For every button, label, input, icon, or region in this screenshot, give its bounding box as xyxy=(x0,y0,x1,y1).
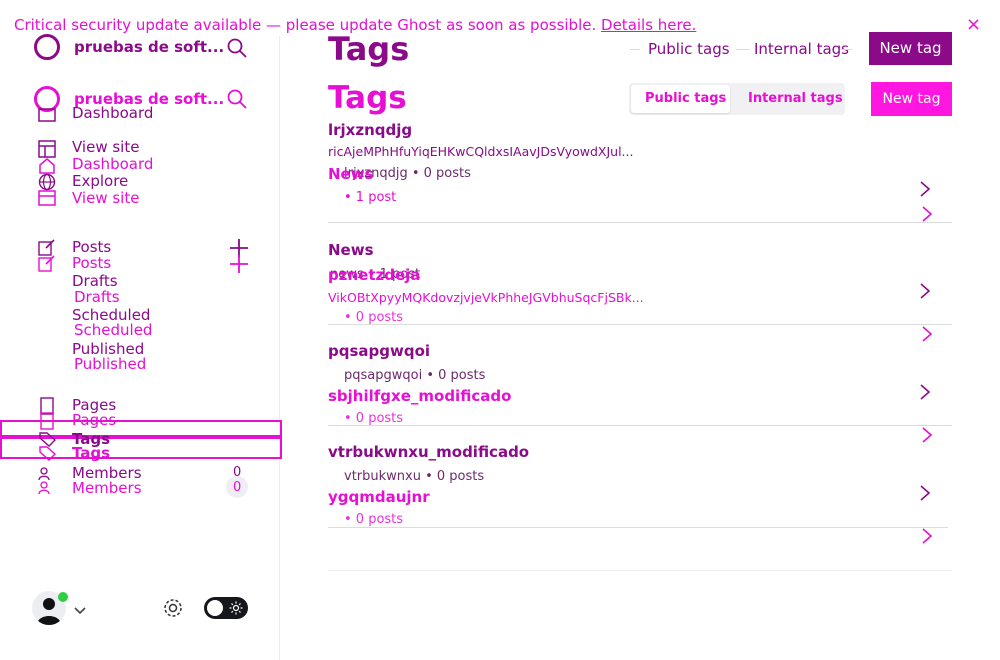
banner-details-link[interactable]: Details here. xyxy=(601,16,696,34)
chevron-right-icon[interactable] xyxy=(921,426,933,448)
row-divider xyxy=(328,222,952,223)
chevron-right-icon[interactable] xyxy=(919,383,931,405)
tag-name[interactable]: News xyxy=(328,241,374,259)
sidebar-divider xyxy=(279,36,280,660)
tag-meta: pqsapgwqoi • 0 posts xyxy=(344,368,486,383)
tag-name[interactable]: lrjxznqdjg xyxy=(328,121,412,139)
sidebar-item-scheduled-overlay[interactable]: Scheduled xyxy=(74,321,152,339)
tag-meta-overlay[interactable]: • 0 posts xyxy=(344,411,403,426)
site-title[interactable]: pruebas de soft... xyxy=(74,38,224,56)
tag-name-overlay[interactable]: pznetzdeja xyxy=(328,266,420,284)
site-logo[interactable] xyxy=(34,34,60,60)
toggle-knob xyxy=(207,600,223,616)
banner-text: Critical security update available — ple… xyxy=(14,16,597,34)
sidebar-item-drafts-overlay[interactable]: Drafts xyxy=(74,288,120,306)
sidebar-item-view-site[interactable]: View site xyxy=(72,138,139,156)
gear-icon[interactable] xyxy=(162,597,184,623)
row-divider xyxy=(328,425,952,426)
layout-icon xyxy=(38,140,56,158)
tag-count[interactable]: 0 posts xyxy=(437,469,484,484)
sidebar-item-dashboard-overlay[interactable]: Dashboard xyxy=(72,155,153,173)
tab-public-tags-overlay[interactable]: Public tags xyxy=(645,91,726,106)
new-tag-button-overlay[interactable]: New tag xyxy=(871,82,952,116)
members-icon xyxy=(38,480,56,498)
tag-description: ricAjeMPhHfuYiqEHKwCQldxsIAavJDsVyowdXJu… xyxy=(328,144,634,159)
search-icon[interactable] xyxy=(226,37,248,63)
chevron-right-icon[interactable] xyxy=(921,205,933,227)
sidebar-item-tags-overlay[interactable]: Tags xyxy=(72,444,110,462)
tag-meta: vtrbukwnxu • 0 posts xyxy=(344,469,485,484)
tag-name-overlay[interactable]: News xyxy=(328,165,374,183)
search-icon[interactable] xyxy=(226,88,248,114)
tag-meta-overlay[interactable]: • 1 post xyxy=(344,190,396,205)
chevron-right-icon[interactable] xyxy=(921,325,933,347)
edit-icon xyxy=(38,254,56,272)
tag-count[interactable]: 0 posts xyxy=(438,368,485,383)
tag-slug: vtrbukwnxu xyxy=(344,469,421,484)
sidebar-item-explore[interactable]: Explore xyxy=(72,172,128,190)
chevron-right-icon[interactable] xyxy=(919,484,931,506)
tag-slug: pqsapgwqoi xyxy=(344,368,423,383)
tag-name-overlay[interactable]: sbjhilfgxe_modificado xyxy=(328,387,511,405)
tag-name-overlay[interactable]: ygqmdaujnr xyxy=(328,488,430,506)
page-title-overlay: Tags xyxy=(328,80,407,116)
add-post-icon[interactable] xyxy=(229,254,249,278)
tag-name[interactable]: vtrbukwnxu_modificado xyxy=(328,443,529,461)
row-divider xyxy=(328,324,952,325)
chevron-right-icon[interactable] xyxy=(919,282,931,304)
tab-internal-tags[interactable]: Internal tags xyxy=(754,40,849,58)
tab-divider xyxy=(840,49,852,50)
row-divider xyxy=(328,527,948,528)
page-title: Tags xyxy=(328,30,410,68)
tag-type-toggle: Public tags Internal tags xyxy=(629,83,845,115)
tag-meta-overlay[interactable]: • 0 posts xyxy=(344,310,403,325)
globe-icon xyxy=(38,173,56,191)
tag-meta-overlay[interactable]: • 0 posts xyxy=(344,512,403,527)
list-bottom-edge xyxy=(328,566,952,571)
sidebar-item-view-site-overlay[interactable]: View site xyxy=(72,189,139,207)
chevron-down-icon[interactable] xyxy=(73,601,87,620)
sidebar-item-published-overlay[interactable]: Published xyxy=(74,355,146,373)
home-icon xyxy=(38,106,56,124)
tab-internal-tags-overlay[interactable]: Internal tags xyxy=(748,91,843,106)
close-icon[interactable]: × xyxy=(966,14,981,35)
chevron-right-icon[interactable] xyxy=(919,179,931,203)
online-status-dot xyxy=(58,592,68,602)
sidebar-item-members-overlay[interactable]: Members xyxy=(72,479,142,497)
tag-description-overlay: VikOBtXpyyMQKdovzjvjeVkPhheJGVbhuSqcFjSB… xyxy=(328,290,644,305)
tag-name[interactable]: pqsapgwqoi xyxy=(328,342,430,360)
chevron-right-icon[interactable] xyxy=(921,527,933,549)
members-count-badge-overlay: 0 xyxy=(233,480,242,495)
theme-toggle[interactable] xyxy=(204,597,248,619)
sun-icon xyxy=(229,600,243,619)
sidebar-item-dashboard[interactable]: Dashboard xyxy=(72,104,153,122)
tab-public-tags[interactable]: Public tags xyxy=(648,40,730,58)
tag-icon xyxy=(38,445,56,463)
layout-icon xyxy=(38,190,56,208)
new-tag-button[interactable]: New tag xyxy=(869,32,952,65)
tab-divider xyxy=(736,49,750,50)
sidebar-item-posts-overlay[interactable]: Posts xyxy=(72,254,111,272)
tag-count[interactable]: 0 posts xyxy=(424,166,471,181)
tab-divider xyxy=(630,49,640,50)
